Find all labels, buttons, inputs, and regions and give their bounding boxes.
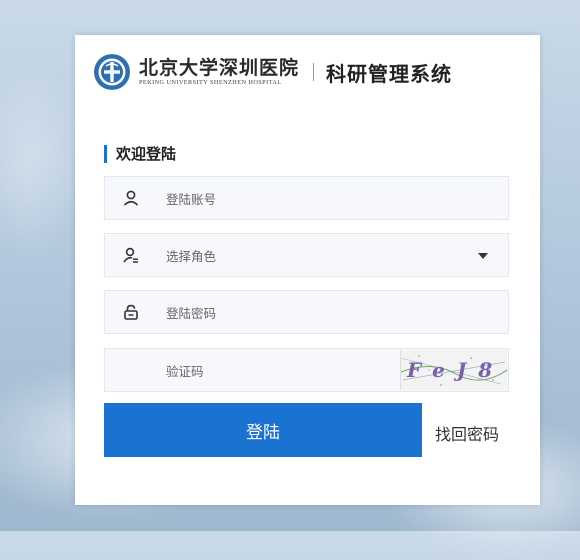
header-divider: [313, 63, 315, 81]
hospital-emblem-icon: [94, 54, 130, 90]
captcha-placeholder: 验证码: [166, 363, 204, 379]
role-select[interactable]: 选择角色: [104, 233, 509, 277]
hospital-name-cn: 北京大学深圳医院: [139, 57, 300, 79]
username-placeholder: 登陆账号: [166, 191, 217, 207]
user-icon: [121, 188, 141, 208]
role-placeholder: 选择角色: [166, 248, 217, 264]
username-field[interactable]: 登陆账号: [104, 176, 509, 220]
captcha-image[interactable]: FeJ8: [400, 350, 507, 390]
hospital-name-en: PEKING UNIVERSITY SHENZHEN HOSPITAL: [139, 79, 282, 86]
lock-icon: [121, 302, 141, 322]
login-card: 北京大学深圳医院 PEKING UNIVERSITY SHENZHEN HOSP…: [75, 35, 540, 505]
system-title: 科研管理系统: [326, 61, 453, 86]
caret-down-icon[interactable]: [478, 253, 488, 259]
password-placeholder: 登陆密码: [166, 305, 217, 321]
forgot-password-link[interactable]: 找回密码: [435, 421, 499, 445]
header-logo: 北京大学深圳医院 PEKING UNIVERSITY SHENZHEN HOSP…: [93, 51, 533, 93]
login-section-title: 欢迎登陆: [104, 145, 176, 163]
password-field[interactable]: 登陆密码: [104, 290, 509, 334]
login-button[interactable]: 登陆: [104, 403, 422, 457]
user-role-icon: [121, 245, 141, 265]
captcha-text: FeJ8: [407, 358, 505, 382]
captcha-field[interactable]: 验证码 FeJ8: [104, 348, 509, 392]
